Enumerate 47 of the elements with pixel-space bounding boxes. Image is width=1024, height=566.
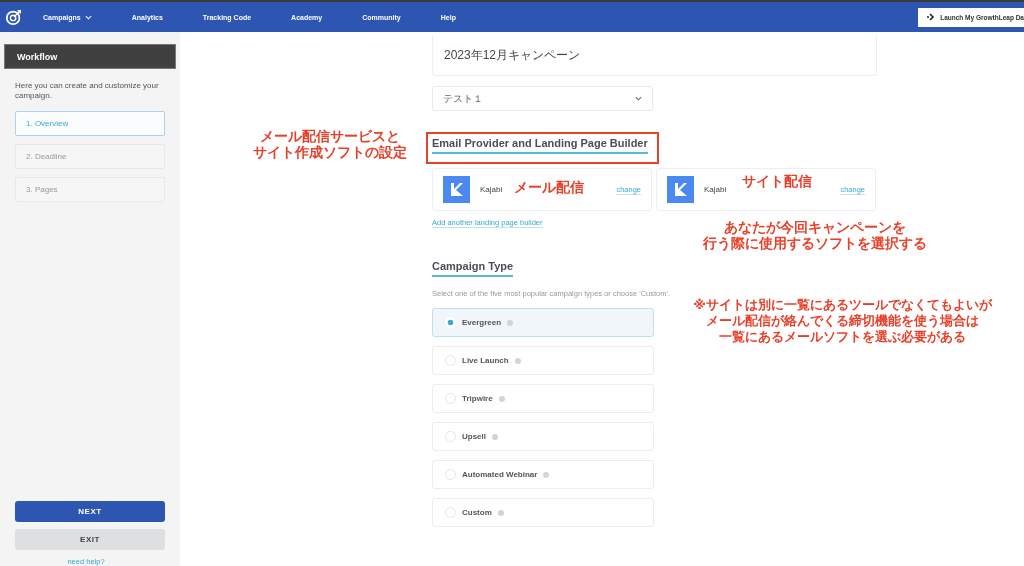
annotation-note: メール配信が絡んでくる締切機能を使う場合は — [706, 313, 979, 328]
next-button[interactable]: NEXT — [15, 501, 165, 522]
section-heading: Campaign Type — [432, 260, 514, 277]
radio-button[interactable] — [445, 431, 456, 442]
info-icon[interactable] — [507, 319, 514, 326]
radio-button[interactable] — [445, 507, 456, 518]
kajabi-logo-icon — [667, 176, 694, 203]
sidebar-description: Here you can create and customize your campaign. — [15, 81, 160, 101]
annotation-note: メール配信サービスと — [260, 128, 400, 144]
section-heading: Email Provider and Landing Page Builder — [432, 137, 648, 154]
provider-name: Kajabi — [480, 185, 503, 194]
annotation-note: サイト作成ソフトの設定 — [253, 144, 407, 160]
campaign-type-option[interactable]: Tripwire — [432, 384, 654, 413]
annotation-note: メール配信 — [514, 179, 584, 195]
option-label: Automated Webinar — [462, 470, 538, 479]
arrow-icon — [927, 13, 936, 21]
option-label: Upsell — [462, 432, 486, 441]
logo-icon[interactable] — [5, 8, 23, 26]
info-icon[interactable] — [492, 433, 498, 440]
annotation-note: 一覧にあるメールソフトを選ぶ必要がある — [719, 329, 966, 344]
campaign-type-option[interactable]: Live Launch — [432, 346, 654, 375]
info-icon[interactable] — [514, 357, 521, 364]
provider-name: Kajabi — [704, 185, 727, 194]
campaign-type-option[interactable]: Evergreen — [432, 308, 654, 337]
option-label: Evergreen — [462, 318, 502, 327]
campaign-type-option[interactable]: Custom — [432, 498, 654, 527]
radio-button[interactable] — [445, 393, 456, 404]
annotation-note: 行う際に使用するソフトを選択する — [703, 235, 927, 251]
radio-button[interactable] — [445, 469, 456, 480]
campaign-name-field[interactable]: 2023年12月キャンペーン — [432, 35, 877, 76]
info-icon[interactable] — [497, 509, 504, 516]
radio-button[interactable] — [445, 355, 456, 366]
info-icon[interactable] — [498, 395, 505, 402]
campaign-type-option[interactable]: Upsell — [432, 422, 654, 451]
option-label: Live Launch — [462, 356, 509, 365]
select-field[interactable]: テスト１ — [432, 86, 653, 111]
option-label: Custom — [462, 508, 492, 517]
campaign-type-option[interactable]: Automated Webinar — [432, 460, 654, 489]
chevron-down-icon — [635, 96, 642, 101]
exit-button[interactable]: EXIT — [15, 529, 165, 550]
annotation-note: ※サイトは別に一覧にあるツールでなくてもよいが — [693, 297, 992, 312]
annotation-note: サイト配信 — [742, 173, 812, 189]
info-icon[interactable] — [543, 471, 550, 478]
kajabi-logo-icon — [443, 176, 470, 203]
option-label: Tripwire — [462, 394, 493, 403]
annotation-note: あなたが今回キャンペーンを — [724, 219, 906, 235]
sidebar-title: Workflow — [4, 44, 176, 69]
